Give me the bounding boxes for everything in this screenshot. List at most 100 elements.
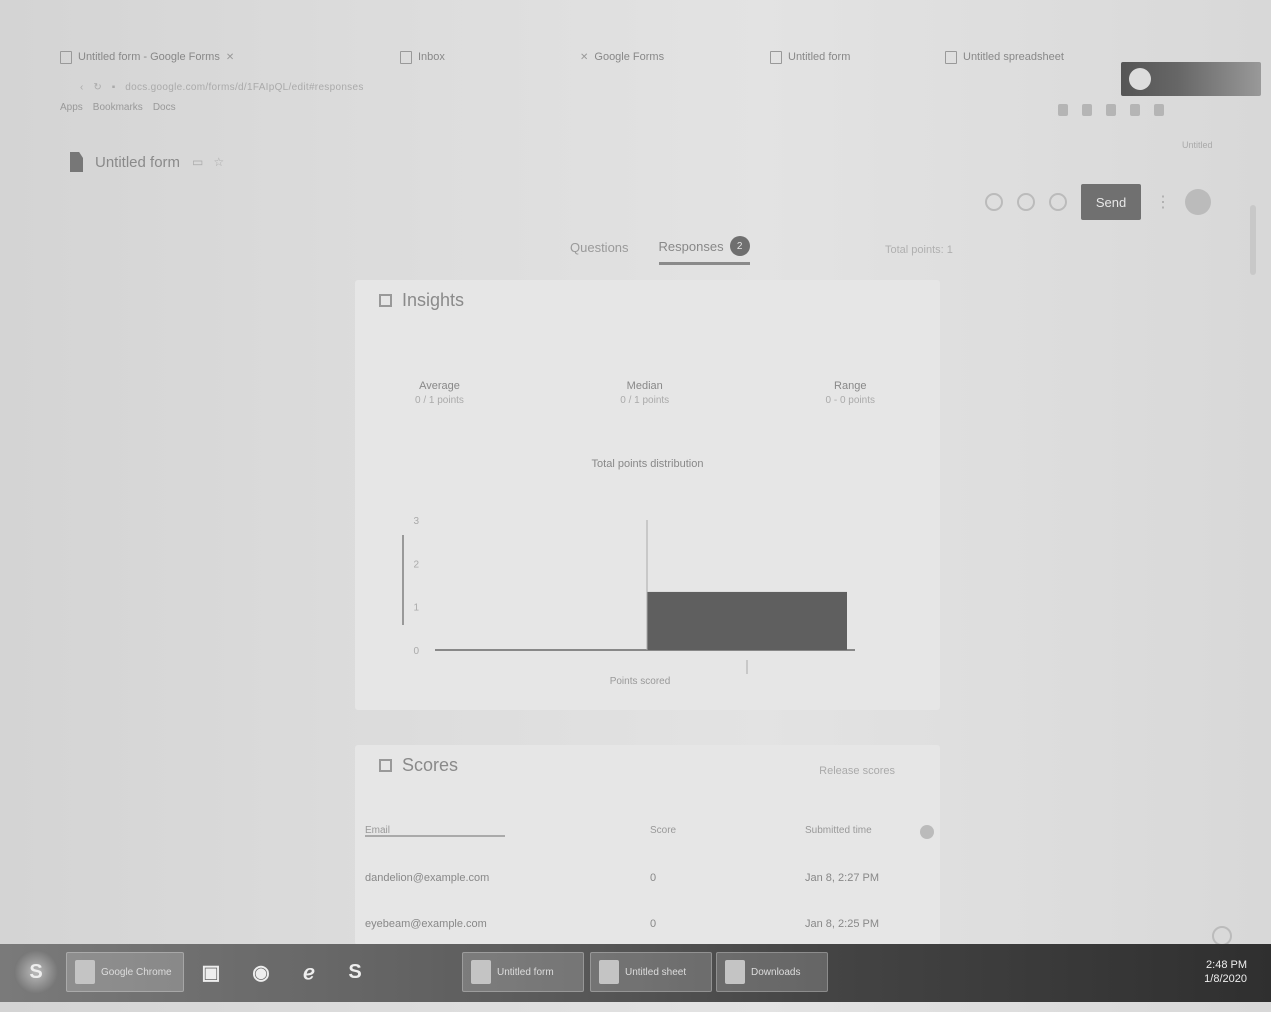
lock-icon: ▪ [111,81,116,93]
scrollbar[interactable] [1250,205,1256,275]
section-title: Scores [402,755,459,775]
browser-tab[interactable]: Untitled form [770,42,850,72]
back-icon[interactable]: ‹ [80,82,83,93]
histogram-bar [647,591,847,650]
scores-card: Scores Release scores Email Score Submit… [355,745,940,945]
bookmark-item[interactable]: Bookmarks [93,102,143,113]
tab-questions[interactable]: Questions [570,236,629,265]
y-tick-label: 2 [413,559,419,570]
extension-icon[interactable] [1082,104,1092,116]
y-tick-label: 1 [413,603,419,614]
form-tabs: Questions Responses 2 [570,236,750,265]
settings-icon[interactable] [1049,193,1067,211]
row-email: dandelion@example.com [365,872,490,884]
bookmark-item[interactable]: Apps [60,102,83,113]
forms-logo-icon[interactable] [70,152,83,172]
browser-tab[interactable]: Untitled form - Google Forms ✕ [60,42,234,72]
stat-median: Median 0 / 1 points [620,380,669,406]
tab-label: Responses [658,238,724,254]
chrome-icon [75,960,95,984]
taskbar-button[interactable]: Untitled form [462,952,584,992]
bookmarks-bar: Apps Bookmarks Docs [60,102,176,113]
column-header-time[interactable]: Submitted time [805,825,872,836]
taskbar-button[interactable]: Google Chrome [66,952,184,992]
taskbar-button[interactable]: Downloads [716,952,828,992]
header-small-link[interactable]: Untitled [1182,140,1213,150]
help-icon[interactable] [1212,926,1232,946]
url-text[interactable]: docs.google.com/forms/d/1FAIpQL/edit#res… [125,82,363,93]
y-tick-label: 3 [413,516,419,527]
tab-label: Google Forms [594,51,665,63]
response-count-badge: 2 [729,236,750,256]
tab-label: Untitled form [788,51,851,63]
close-icon[interactable]: ✕ [226,52,234,63]
section-title: Insights [402,290,465,310]
stat-label: Average [419,380,460,392]
tab-label: Inbox [418,51,445,63]
column-header-score[interactable]: Score [650,825,676,836]
address-bar[interactable]: ‹ ↻ ▪ docs.google.com/forms/d/1FAIpQL/ed… [80,76,1060,98]
form-toolbar: Send ⋮ [985,184,1211,220]
stat-value: 0 - 0 points [825,395,875,406]
reload-icon[interactable]: ↻ [93,82,101,93]
preview-icon[interactable] [1017,193,1035,211]
start-button[interactable]: S [14,950,58,994]
folder-icon[interactable]: ▭ [192,155,203,169]
stat-range: Range 0 - 0 points [826,380,875,406]
ie-icon[interactable]: ℯ [292,954,326,990]
window-icon [599,960,619,984]
sheets-favicon-icon [945,50,957,64]
extension-icon[interactable] [1058,104,1068,116]
chart-title: Total points distribution [591,458,704,470]
total-points: Total points: 1 [885,244,953,256]
browser-tabstrip: Untitled form - Google Forms ✕ Inbox ✕ G… [40,30,1271,74]
more-options-icon[interactable]: ⋮ [1155,192,1171,212]
palette-icon[interactable] [985,193,1003,211]
extension-icon[interactable] [1154,104,1164,116]
taskbar-button[interactable]: Untitled sheet [590,952,712,992]
clock-date: 1/8/2020 [1204,973,1247,985]
forms-favicon-icon [60,50,72,64]
files-icon[interactable]: ▣ [194,954,228,990]
table-row[interactable]: eyebeam@example.com 0 Jan 8, 2:25 PM [365,918,925,942]
tab-label: Untitled spreadsheet [963,51,1064,63]
close-icon[interactable]: ✕ [580,52,588,63]
system-clock[interactable]: 2:48 PM 1/8/2020 [1204,958,1247,986]
account-avatar[interactable] [1185,189,1211,215]
clock-time: 2:48 PM [1206,959,1247,971]
browser-tab[interactable]: ✕ Google Forms [580,42,664,72]
table-row[interactable]: dandelion@example.com 0 Jan 8, 2:27 PM [365,872,925,896]
forms-favicon-icon [770,50,782,64]
sort-icon[interactable] [920,825,934,839]
bookmark-item[interactable]: Docs [153,102,176,113]
taskbar-button-label: Untitled form [497,966,554,978]
extension-icons [1058,104,1164,116]
tab-responses[interactable]: Responses 2 [658,236,750,265]
row-time: Jan 8, 2:25 PM [805,918,879,930]
browser-tab[interactable]: Inbox [400,42,445,72]
insights-icon [379,294,392,307]
extension-icon[interactable] [1130,104,1140,116]
skype-icon[interactable]: S [338,954,372,990]
row-email: eyebeam@example.com [365,918,487,930]
profile-chip[interactable] [1121,62,1261,96]
firefox-icon[interactable]: ◉ [244,954,278,990]
extension-icon[interactable] [1106,104,1116,116]
mail-favicon-icon [400,50,412,64]
release-scores-link[interactable]: Release scores [819,765,895,777]
stat-average: Average 0 / 1 points [415,380,464,406]
tab-label: Questions [570,240,629,255]
send-button[interactable]: Send [1081,184,1141,220]
insights-stats: Average 0 / 1 points Median 0 / 1 points… [415,380,875,406]
taskbar-button-label: Google Chrome [101,966,172,978]
y-tick-label: 0 [413,646,419,657]
browser-tab[interactable]: Untitled spreadsheet [945,42,1064,72]
scores-heading: Scores [379,755,458,776]
x-axis-label: Points scored [610,676,671,687]
taskbar-button-label: Downloads [751,966,801,978]
window-icon [471,960,491,984]
form-title[interactable]: Untitled form [95,154,180,171]
row-time: Jan 8, 2:27 PM [805,872,879,884]
star-icon[interactable]: ☆ [213,155,224,169]
row-score: 0 [650,872,657,884]
